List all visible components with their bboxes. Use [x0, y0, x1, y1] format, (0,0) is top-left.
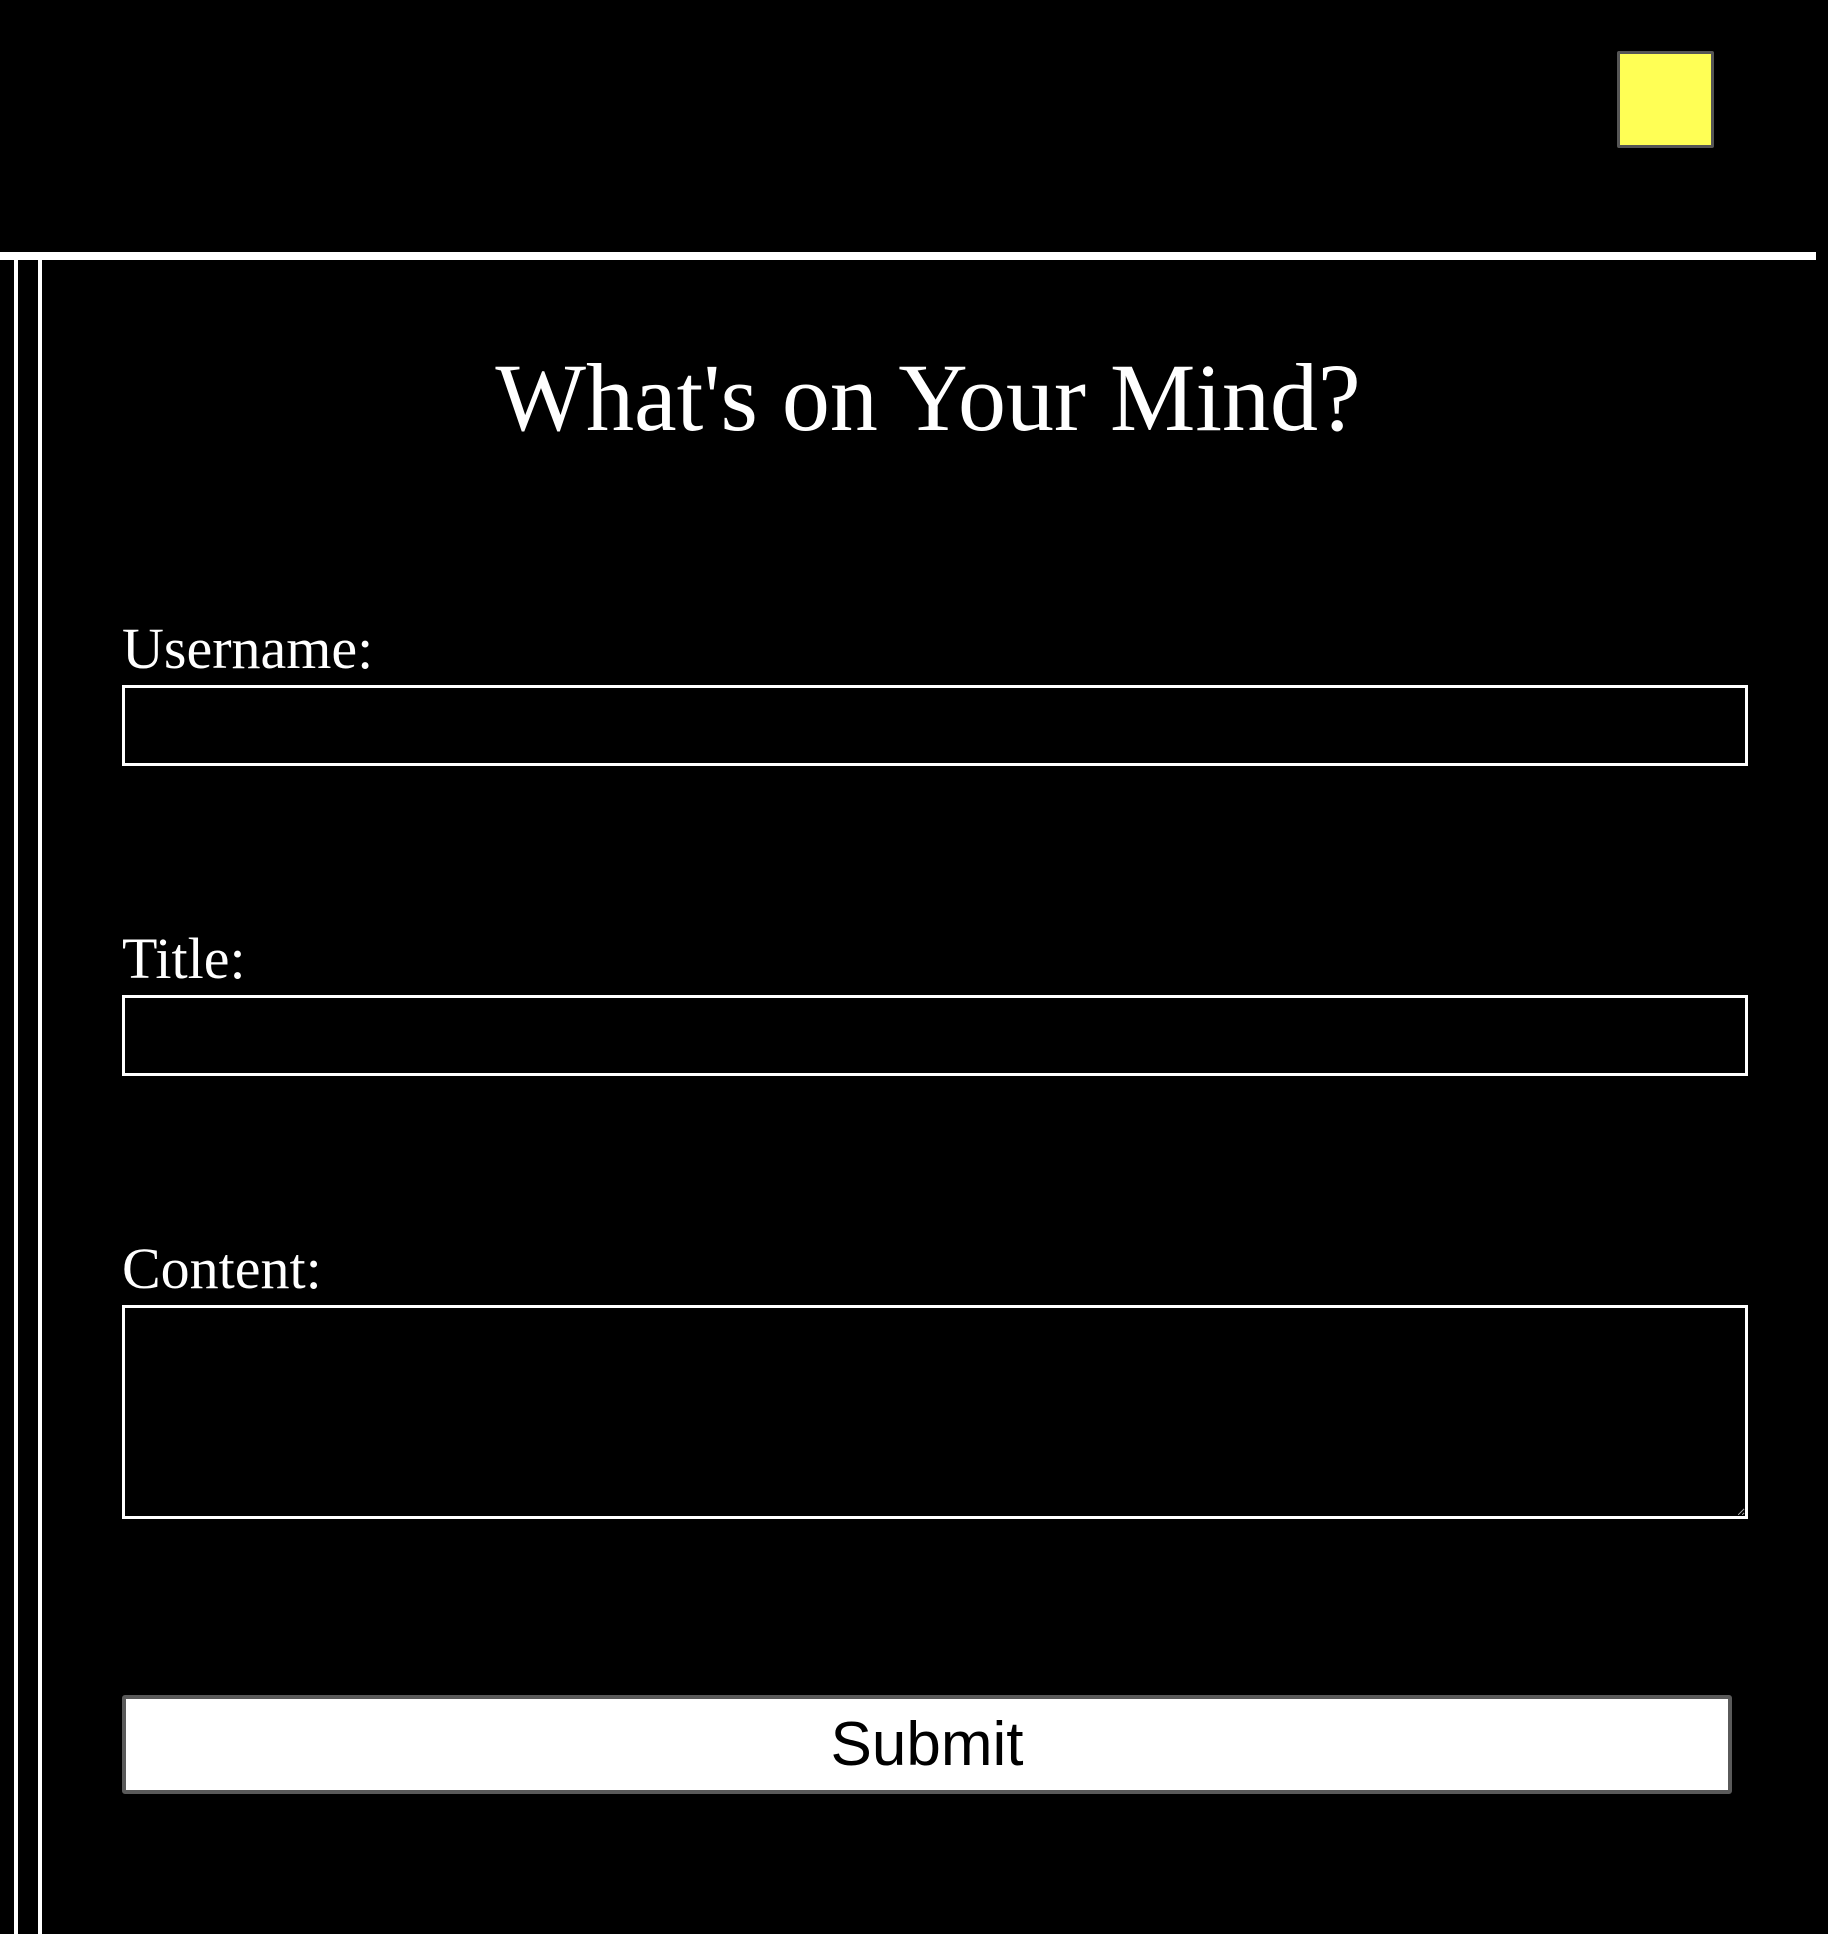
- page-title: What's on Your Mind?: [495, 344, 1361, 451]
- header-bar: [0, 0, 1816, 252]
- username-label: Username:: [122, 616, 374, 681]
- submit-button[interactable]: Submit: [122, 1695, 1732, 1794]
- theme-toggle-button[interactable]: [1617, 51, 1714, 148]
- content-textarea[interactable]: [122, 1305, 1748, 1519]
- content-label: Content:: [122, 1236, 322, 1301]
- username-input[interactable]: [122, 685, 1748, 766]
- left-rail-line: [14, 260, 18, 1934]
- title-input[interactable]: [122, 995, 1748, 1076]
- title-label: Title:: [122, 926, 246, 991]
- left-rail-line: [38, 260, 42, 1934]
- header-divider: [0, 252, 1816, 260]
